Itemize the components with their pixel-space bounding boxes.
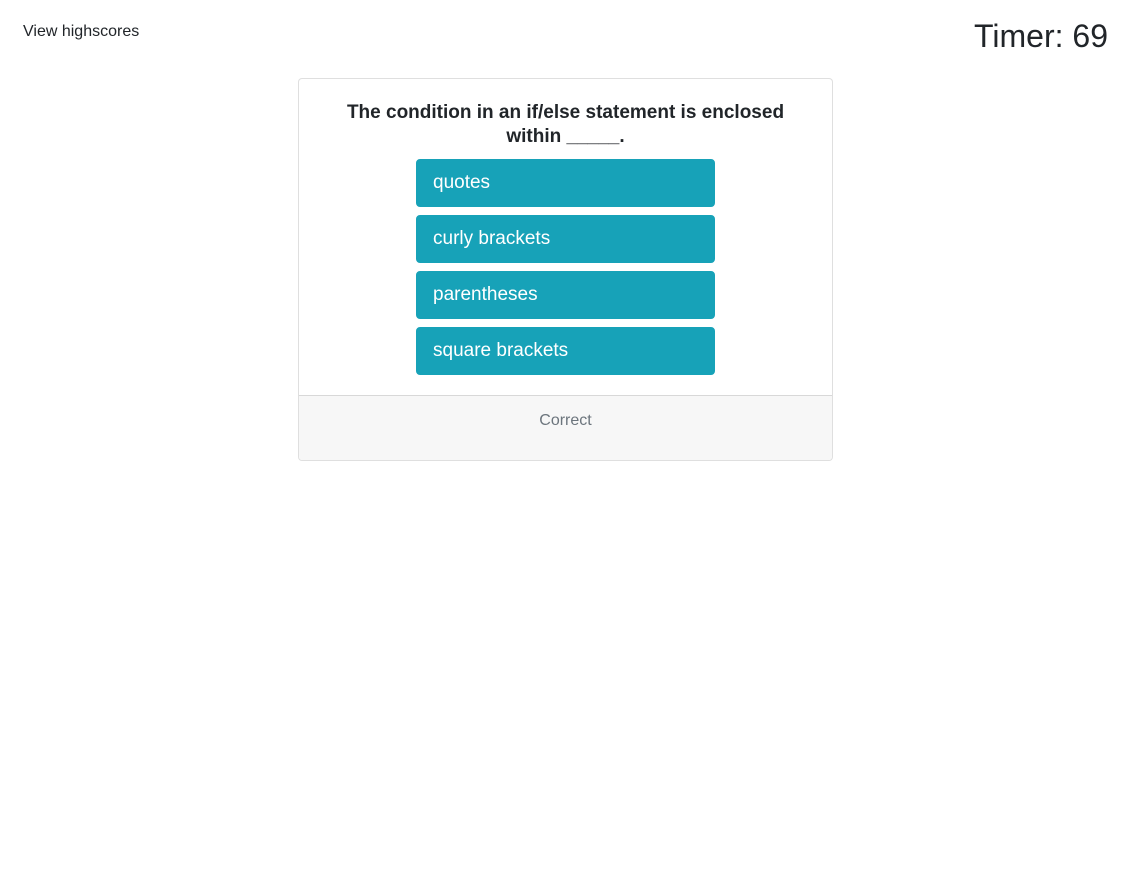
answer-button-curly-brackets[interactable]: curly brackets <box>416 215 715 263</box>
question-text: The condition in an if/else statement is… <box>346 102 785 147</box>
timer-label: Timer: <box>974 18 1073 54</box>
answer-button-square-brackets[interactable]: square brackets <box>416 327 715 375</box>
timer-value: 69 <box>1072 18 1108 54</box>
answer-button-quotes[interactable]: quotes <box>416 159 715 207</box>
timer: Timer: 69 <box>974 17 1108 55</box>
answer-feedback: Correct <box>539 412 592 429</box>
answer-button-parentheses[interactable]: parentheses <box>416 271 715 319</box>
header: View highscores Timer: 69 <box>0 0 1131 78</box>
quiz-card: The condition in an if/else statement is… <box>298 78 833 461</box>
quiz-card-body: The condition in an if/else statement is… <box>299 79 832 395</box>
view-highscores-link[interactable]: View highscores <box>23 23 139 41</box>
quiz-card-footer: Correct <box>299 395 832 460</box>
answer-choices: quotes curly brackets parentheses square… <box>416 159 715 383</box>
